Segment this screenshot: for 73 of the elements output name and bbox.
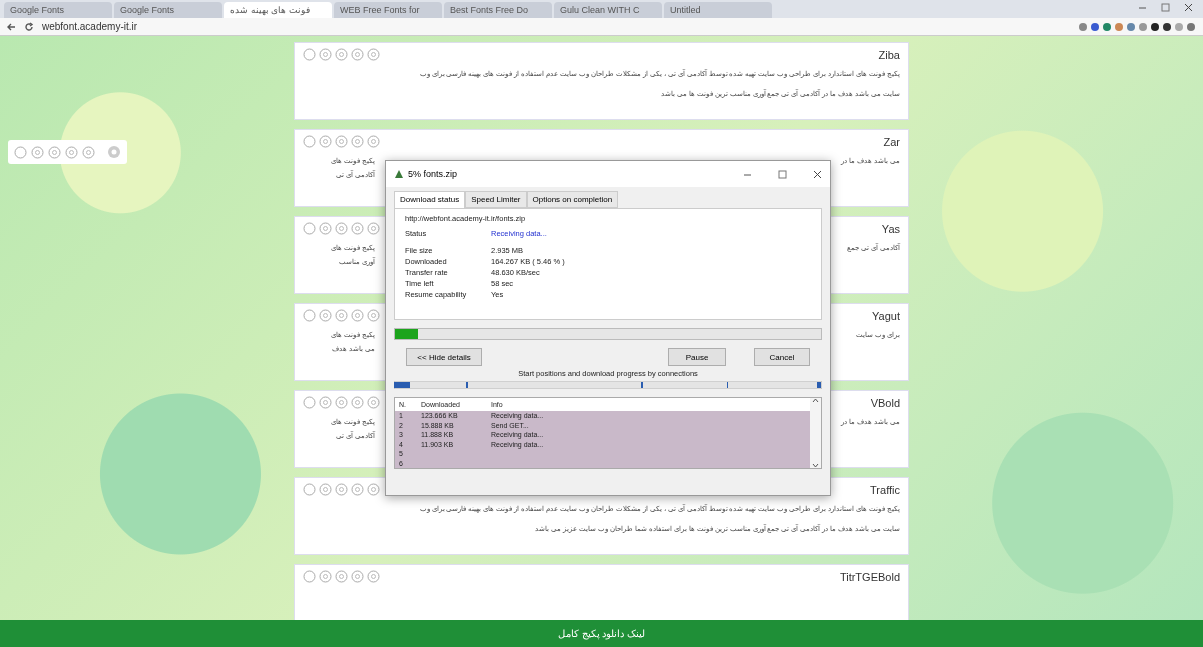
dialog-title: 5% fonts.zip	[408, 169, 458, 179]
circle-icon[interactable]	[319, 309, 332, 322]
circle-icon[interactable]	[351, 483, 364, 496]
circle-icon[interactable]	[48, 145, 61, 159]
circle-icon[interactable]	[335, 135, 348, 148]
close-icon[interactable]	[813, 169, 822, 179]
download-bar[interactable]: لینک دانلود پکیج کامل	[0, 620, 1203, 647]
circle-icon[interactable]	[31, 145, 44, 159]
circle-icon[interactable]	[351, 396, 364, 409]
font-name: Yagut	[872, 309, 900, 322]
browser-tab[interactable]: Untitled	[664, 2, 772, 18]
cancel-button[interactable]: Cancel	[754, 348, 810, 366]
circle-icon[interactable]	[367, 222, 380, 235]
circle-icon[interactable]	[319, 48, 332, 61]
font-name: Traffic	[870, 483, 900, 496]
circle-icon[interactable]	[319, 222, 332, 235]
circle-icon[interactable]	[335, 483, 348, 496]
dialog-tab[interactable]: Speed Limiter	[465, 191, 527, 208]
font-name: Yas	[881, 222, 900, 235]
circle-icon[interactable]	[303, 222, 316, 235]
circle-icon[interactable]	[367, 570, 380, 583]
settings-icon[interactable]	[107, 145, 121, 159]
download-icon	[394, 169, 404, 179]
maximize-icon[interactable]	[778, 169, 787, 179]
circle-icon[interactable]	[319, 483, 332, 496]
circle-icon[interactable]	[351, 135, 364, 148]
circle-icon[interactable]	[351, 222, 364, 235]
circle-icon[interactable]	[367, 135, 380, 148]
browser-tab[interactable]: WEB Free Fonts for	[334, 2, 442, 18]
maximize-icon[interactable]	[1161, 3, 1170, 12]
circle-icon[interactable]	[367, 309, 380, 322]
circle-icon[interactable]	[335, 309, 348, 322]
back-icon[interactable]	[6, 21, 16, 32]
circle-icon[interactable]	[367, 48, 380, 61]
circle-icon[interactable]	[335, 396, 348, 409]
scroll-up-icon[interactable]	[812, 398, 819, 403]
font-name: Zar	[883, 135, 900, 148]
circle-icon[interactable]	[303, 570, 316, 583]
circle-icon[interactable]	[319, 396, 332, 409]
browser-tab[interactable]: فونت های بهینه شده	[224, 2, 332, 18]
browser-tab[interactable]: Google Fonts	[114, 2, 222, 18]
browser-tab[interactable]: Google Fonts	[4, 2, 112, 18]
font-name: VBold	[870, 396, 900, 409]
circle-icon[interactable]	[367, 396, 380, 409]
font-name: TitrTGEBold	[839, 570, 900, 583]
circle-icon[interactable]	[351, 309, 364, 322]
circle-icon[interactable]	[303, 396, 316, 409]
close-icon[interactable]	[1184, 3, 1193, 12]
browser-tab[interactable]: Gulu Clean WITH C	[554, 2, 662, 18]
circle-icon[interactable]	[303, 135, 316, 148]
dialog-tab[interactable]: Download status	[394, 191, 466, 208]
circle-icon[interactable]	[319, 135, 332, 148]
circle-icon[interactable]	[65, 145, 78, 159]
circle-icon[interactable]	[351, 570, 364, 583]
circle-icon[interactable]	[14, 145, 27, 159]
circle-icon[interactable]	[335, 222, 348, 235]
circle-icon[interactable]	[351, 48, 364, 61]
circle-icon[interactable]	[319, 570, 332, 583]
circle-icon[interactable]	[303, 48, 316, 61]
circle-icon[interactable]	[335, 570, 348, 583]
circle-icon[interactable]	[367, 483, 380, 496]
font-name: Ziba	[878, 48, 900, 61]
scroll-down-icon[interactable]	[812, 463, 819, 468]
circle-icon[interactable]	[303, 483, 316, 496]
hide-details-button[interactable]: << Hide details	[406, 348, 482, 366]
circle-icon[interactable]	[335, 48, 348, 61]
reload-icon[interactable]	[24, 21, 34, 32]
dialog-tab[interactable]: Options on completion	[526, 191, 619, 208]
pause-button[interactable]: Pause	[668, 348, 726, 366]
circle-icon[interactable]	[303, 309, 316, 322]
circle-icon[interactable]	[82, 145, 95, 159]
browser-tab[interactable]: Best Fonts Free Do	[444, 2, 552, 18]
extension-icons-drawing[interactable]	[1077, 20, 1197, 33]
